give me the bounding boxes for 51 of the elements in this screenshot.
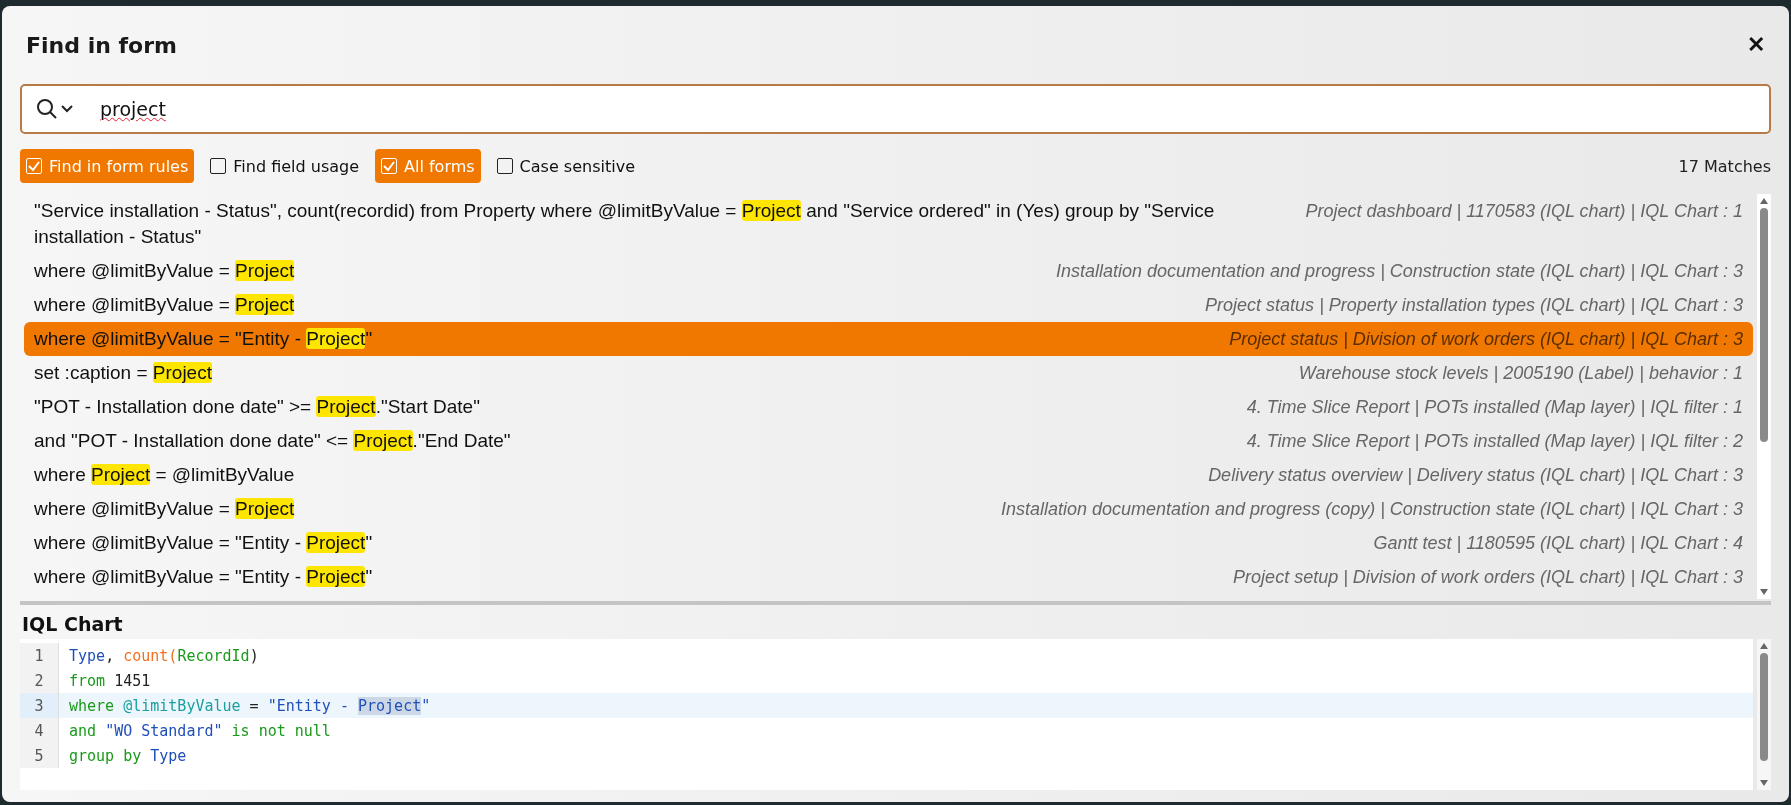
option-toggle[interactable]: Find field usage bbox=[204, 149, 366, 183]
result-row[interactable]: where @limitByValue = Project Installation documentation and progress (copy) | Construction state (IQL chart) | IQL Chart : 3 bbox=[24, 492, 1753, 526]
line-number: 5 bbox=[20, 743, 59, 768]
result-location: Delivery status overview | Delivery status (IQL chart) | IQL Chart : 3 bbox=[1208, 464, 1743, 487]
result-query: "Service installation - Status", count(recordid) from Property where @limitByValue = Project and "Service ordered" in (Yes) group by "Service installation - Status" bbox=[34, 199, 1216, 249]
result-query: set :caption = Project bbox=[34, 361, 213, 385]
result-row[interactable]: set :caption = Project Warehouse stock levels | 2005190 (Label) | behavior : 1 bbox=[24, 356, 1753, 390]
result-location: Project dashboard | 1170583 (IQL chart) | IQL Chart : 1 bbox=[1305, 200, 1743, 223]
code-line: where @limitByValue = "Entity - Project" bbox=[68, 696, 431, 715]
result-location: Project status | Property installation types (IQL chart) | IQL Chart : 3 bbox=[1205, 294, 1743, 317]
scrollbar[interactable] bbox=[1757, 639, 1771, 790]
dialog-title: Find in form bbox=[26, 32, 177, 58]
result-row[interactable]: where @limitByValue = Project Project status | Property installation types (IQL chart) | IQL Chart : 3 bbox=[24, 288, 1753, 322]
search-field[interactable]: project bbox=[20, 84, 1771, 134]
code-editor[interactable]: 1 Type, count(RecordId) 2 from 1451 3 where @limitByValue = "Entity - Project" 4 and "WO Standard" is not null 5 group by Type bbox=[20, 639, 1753, 790]
result-row[interactable]: where Project = @limitByValue Delivery status overview | Delivery status (IQL chart) | IQL Chart : 3 bbox=[24, 458, 1753, 492]
search-icon[interactable] bbox=[36, 98, 76, 120]
result-location: 4. Time Slice Report | POTs installed (Map layer) | IQL filter : 1 bbox=[1246, 396, 1743, 419]
option-toggle[interactable]: Case sensitive bbox=[490, 149, 641, 183]
result-row[interactable]: where @limitByValue = Project Installation documentation and progress | Construction state (IQL chart) | IQL Chart : 3 bbox=[24, 254, 1753, 288]
scrollbar[interactable] bbox=[1757, 194, 1771, 599]
result-query: where @limitByValue = "Entity - Project" bbox=[34, 327, 374, 351]
line-number: 4 bbox=[20, 718, 59, 743]
result-query: where @limitByValue = Project bbox=[34, 497, 296, 521]
check-icon bbox=[382, 159, 397, 173]
match-count: 17 Matches bbox=[1678, 156, 1771, 176]
line-number: 3 bbox=[20, 693, 59, 718]
close-button[interactable]: ✕ bbox=[1741, 32, 1771, 58]
result-location: Project setup | Division of work orders (IQL chart) | IQL Chart : 3 bbox=[1233, 566, 1743, 589]
result-location: Project status | Division of work orders (IQL chart) | IQL Chart : 3 bbox=[1229, 328, 1743, 351]
result-row[interactable]: where @limitByValue = "Entity - Project" Project setup | Division of work orders (IQL chart) | IQL Chart : 3 bbox=[24, 560, 1753, 594]
code-line: Type, count(RecordId) bbox=[68, 646, 259, 665]
result-location: Gantt test | 1180595 (IQL chart) | IQL Chart : 4 bbox=[1373, 532, 1743, 555]
result-query: where @limitByValue = Project bbox=[34, 259, 296, 283]
result-location: Installation documentation and progress | Construction state (IQL chart) | IQL Chart : 3 bbox=[1055, 260, 1743, 283]
line-number: 2 bbox=[20, 668, 59, 693]
code-line: from 1451 bbox=[68, 671, 151, 690]
code-line: and "WO Standard" is not null bbox=[68, 721, 331, 740]
preview-title: IQL Chart bbox=[21, 612, 124, 637]
code-line: group by Type bbox=[68, 746, 187, 765]
result-query: where Project = @limitByValue bbox=[34, 463, 296, 487]
check-icon bbox=[27, 159, 41, 173]
line-number: 1 bbox=[20, 643, 59, 668]
result-query: where @limitByValue = "Entity - Project" bbox=[34, 531, 374, 555]
result-location: Installation documentation and progress (copy) | Construction state (IQL chart) | IQL Chart : 3 bbox=[1000, 498, 1743, 521]
result-query: where @limitByValue = Project bbox=[34, 293, 296, 317]
result-location: Warehouse stock levels | 2005190 (Label) | behavior : 1 bbox=[1298, 362, 1743, 385]
result-row[interactable]: where @limitByValue = "Entity - Project" Project status | Division of work orders (IQL chart) | IQL Chart : 3 bbox=[24, 322, 1753, 356]
result-query: where @limitByValue = "Entity - Project" bbox=[34, 565, 374, 589]
result-row[interactable]: where @limitByValue = "Entity - Project" Gantt test | 1180595 (IQL chart) | IQL Chart : 4 bbox=[24, 526, 1753, 560]
result-location: 4. Time Slice Report | POTs installed (Map layer) | IQL filter : 2 bbox=[1246, 430, 1743, 453]
